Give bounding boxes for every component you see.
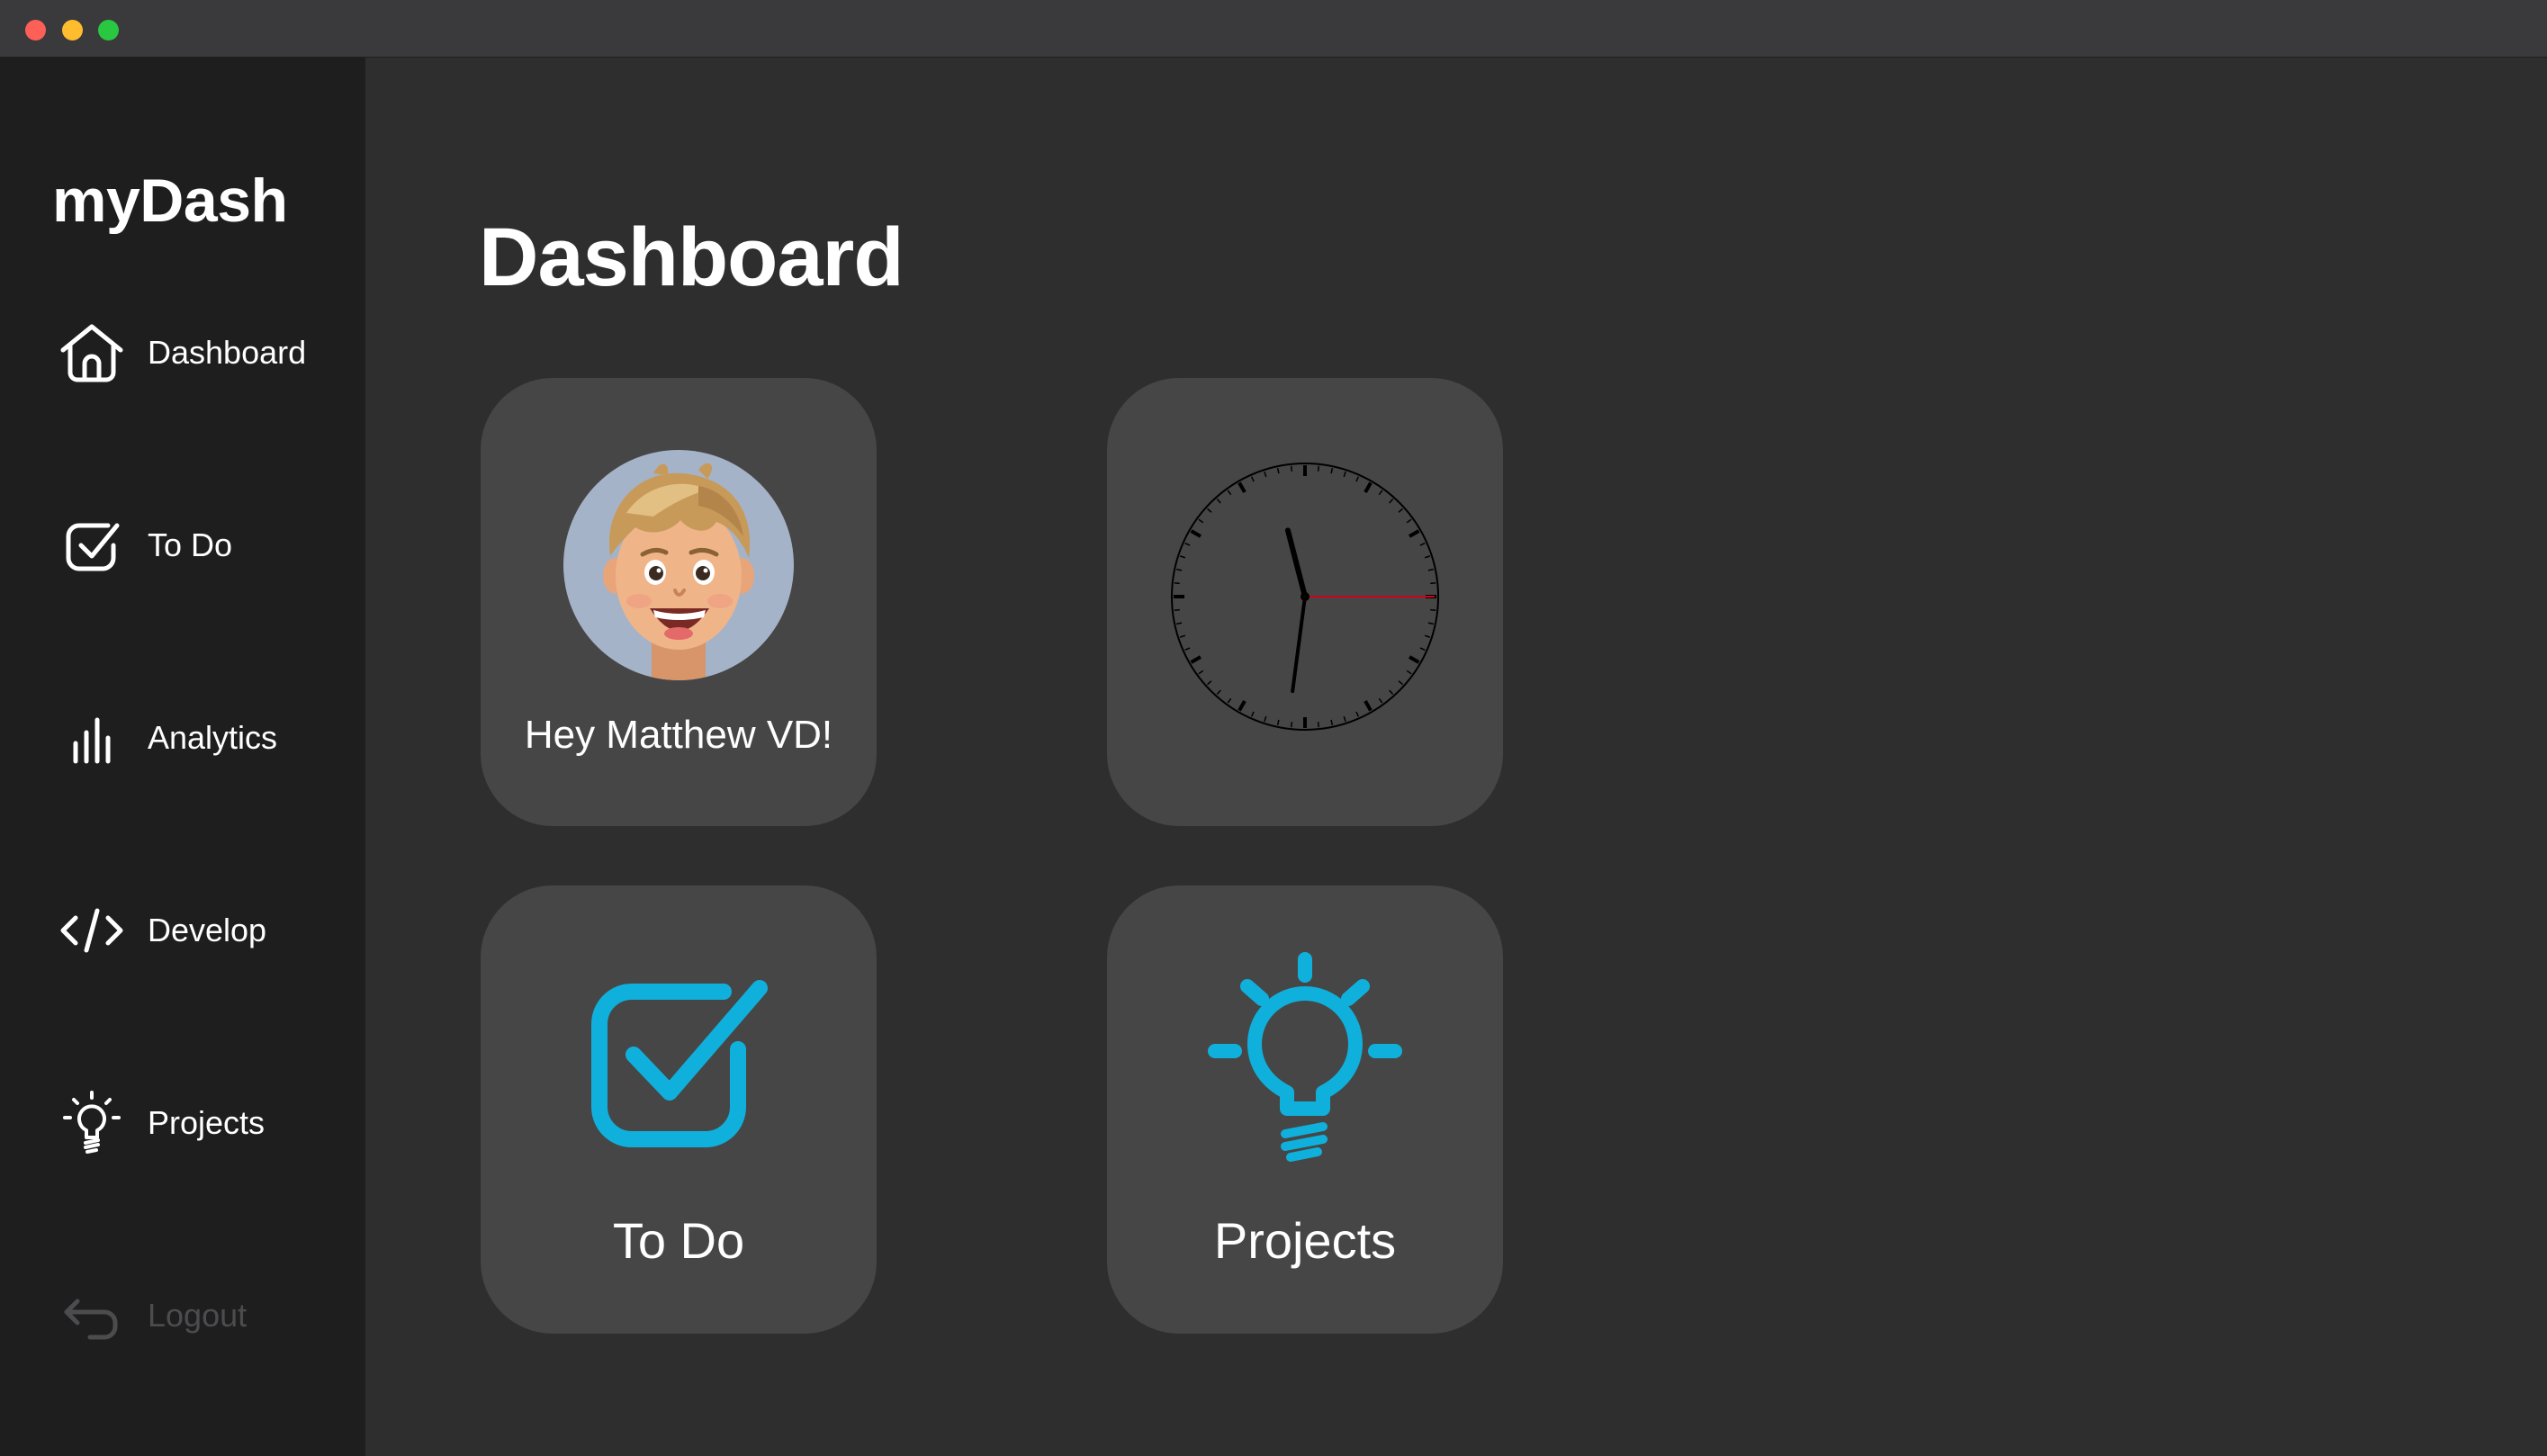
- return-arrow-icon: [54, 1278, 130, 1353]
- clock-minute-tick: [1427, 622, 1434, 625]
- clock-hour-tick: [1364, 481, 1372, 493]
- sidebar-item-analytics[interactable]: Analytics: [54, 695, 351, 781]
- clock-minute-tick: [1216, 498, 1221, 504]
- clock-minute-tick: [1176, 568, 1183, 571]
- sidebar-item-projects[interactable]: Projects: [54, 1080, 351, 1166]
- house-icon: [54, 315, 130, 391]
- clock-minute-tick: [1398, 680, 1404, 686]
- page-title: Dashboard: [479, 211, 904, 303]
- sidebar-item-label: Logout: [148, 1297, 248, 1334]
- todo-card-label: To Do: [612, 1212, 745, 1269]
- projects-card-label: Projects: [1213, 1212, 1397, 1269]
- clock-hour-hand: [1284, 527, 1308, 599]
- main-content: Dashboard Hey Matthew VD! To Do Projects: [365, 58, 2547, 1456]
- clock-minute-tick: [1419, 542, 1426, 546]
- clock-minute-tick: [1355, 711, 1360, 717]
- clock-minute-tick: [1389, 689, 1394, 696]
- clock-minute-tick: [1174, 608, 1180, 612]
- clock-hour-tick: [1364, 700, 1372, 712]
- clock-minute-hand: [1291, 595, 1307, 694]
- lightbulb-icon: [1208, 952, 1402, 1162]
- clock-card[interactable]: [1107, 378, 1503, 826]
- clock-minute-tick: [1179, 555, 1186, 559]
- clock-hour-tick: [1408, 655, 1420, 664]
- clock-minute-tick: [1250, 711, 1255, 717]
- clock-minute-tick: [1250, 476, 1255, 482]
- sidebar-item-label: Analytics: [148, 719, 278, 756]
- clock-hour-tick: [1408, 529, 1420, 538]
- greeting-text: Hey Matthew VD!: [524, 713, 833, 757]
- title-bar: [0, 0, 2547, 58]
- clock-minute-tick: [1184, 542, 1191, 546]
- clock-minute-tick: [1330, 719, 1334, 725]
- analog-clock: [1171, 463, 1439, 731]
- sidebar-item-label: To Do: [148, 526, 233, 563]
- clock-hour-tick: [1190, 529, 1202, 538]
- clock-minute-tick: [1427, 568, 1434, 571]
- minimize-window-button[interactable]: [62, 20, 83, 40]
- clock-minute-tick: [1378, 490, 1383, 496]
- clock-minute-tick: [1206, 508, 1212, 513]
- clock-hour-tick: [1238, 700, 1246, 712]
- clock-minute-tick: [1406, 518, 1412, 524]
- app-logo-text: myDash: [52, 166, 288, 235]
- clock-minute-tick: [1424, 634, 1431, 638]
- clock-minute-tick: [1398, 508, 1404, 513]
- clock-minute-tick: [1264, 715, 1267, 723]
- clock-minute-tick: [1184, 647, 1191, 652]
- clock-minute-tick: [1206, 680, 1212, 686]
- sidebar-item-dashboard[interactable]: Dashboard: [54, 310, 351, 396]
- profile-card[interactable]: Hey Matthew VD!: [481, 378, 877, 826]
- clock-minute-tick: [1343, 471, 1346, 478]
- checkbox-icon: [591, 980, 768, 1147]
- clock-minute-tick: [1227, 490, 1232, 496]
- projects-card[interactable]: Projects: [1107, 885, 1503, 1334]
- clock-minute-tick: [1355, 476, 1360, 482]
- clock-hour-tick: [1190, 655, 1202, 664]
- clock-minute-tick: [1176, 622, 1183, 625]
- app-window: myDash Dashboard To Do Analytics Develop…: [0, 0, 2547, 1456]
- code-icon: [54, 893, 130, 968]
- clock-minute-tick: [1378, 697, 1383, 704]
- clock-center-pin: [1300, 592, 1310, 601]
- sidebar-item-label: Projects: [148, 1104, 266, 1141]
- sidebar-item-logout[interactable]: Logout: [54, 1272, 351, 1359]
- clock-minute-tick: [1227, 697, 1232, 704]
- sidebar: myDash Dashboard To Do Analytics Develop…: [0, 58, 365, 1456]
- clock-minute-tick: [1343, 715, 1346, 723]
- sidebar-item-develop[interactable]: Develop: [54, 887, 351, 974]
- clock-minute-tick: [1419, 647, 1426, 652]
- maximize-window-button[interactable]: [98, 20, 119, 40]
- clock-minute-tick: [1424, 555, 1431, 559]
- sidebar-item-label: Dashboard: [148, 334, 307, 371]
- clock-minute-tick: [1276, 719, 1280, 725]
- clock-minute-tick: [1317, 722, 1320, 728]
- lightbulb-icon: [54, 1085, 130, 1161]
- clock-minute-tick: [1430, 608, 1436, 612]
- clock-minute-tick: [1198, 670, 1204, 675]
- clock-hour-tick: [1238, 481, 1246, 493]
- clock-minute-tick: [1174, 581, 1180, 585]
- clock-minute-tick: [1264, 471, 1267, 478]
- clock-minute-tick: [1406, 670, 1412, 675]
- clock-minute-tick: [1317, 465, 1320, 472]
- clock-minute-tick: [1430, 581, 1436, 585]
- close-window-button[interactable]: [25, 20, 46, 40]
- todo-card[interactable]: To Do: [481, 885, 877, 1334]
- clock-minute-tick: [1389, 498, 1394, 504]
- avatar: [563, 450, 794, 680]
- checkbox-icon: [54, 508, 130, 583]
- clock-minute-tick: [1179, 634, 1186, 638]
- clock-minute-tick: [1216, 689, 1221, 696]
- sidebar-item-label: Develop: [148, 912, 267, 948]
- clock-minute-tick: [1330, 468, 1334, 474]
- clock-minute-tick: [1276, 468, 1280, 474]
- bar-chart-icon: [54, 700, 130, 776]
- clock-minute-tick: [1198, 518, 1204, 524]
- sidebar-item-todo[interactable]: To Do: [54, 502, 351, 589]
